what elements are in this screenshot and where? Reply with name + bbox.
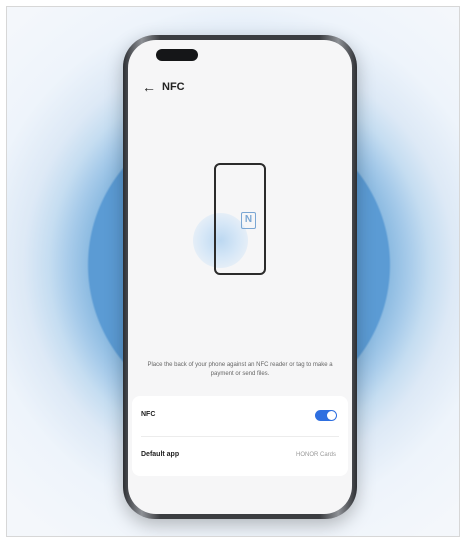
phone-screen: ← NFC N Place the back of your phone aga…	[128, 40, 352, 514]
nfc-row[interactable]: NFC	[132, 396, 348, 436]
page-title: NFC	[162, 81, 185, 93]
arrow-left-icon[interactable]: ←	[142, 80, 156, 94]
phone-frame: ← NFC N Place the back of your phone aga…	[123, 35, 357, 519]
default-app-row[interactable]: Default app HONOR Cards	[132, 436, 348, 476]
default-app-value: HONOR Cards	[295, 452, 336, 458]
settings-card: NFC Default app HONOR Cards	[132, 396, 348, 476]
background-stage: ← NFC N Place the back of your phone aga…	[6, 6, 460, 537]
nfc-icon: N	[241, 212, 256, 229]
nfc-description: Place the back of your phone against an …	[147, 362, 333, 377]
camera-cutout	[156, 49, 198, 61]
phone-illustration	[214, 163, 266, 275]
toggle-knob	[327, 411, 336, 420]
nfc-label: NFC	[141, 411, 156, 418]
nfc-toggle[interactable]	[315, 410, 337, 421]
default-app-label: Default app	[141, 451, 180, 458]
